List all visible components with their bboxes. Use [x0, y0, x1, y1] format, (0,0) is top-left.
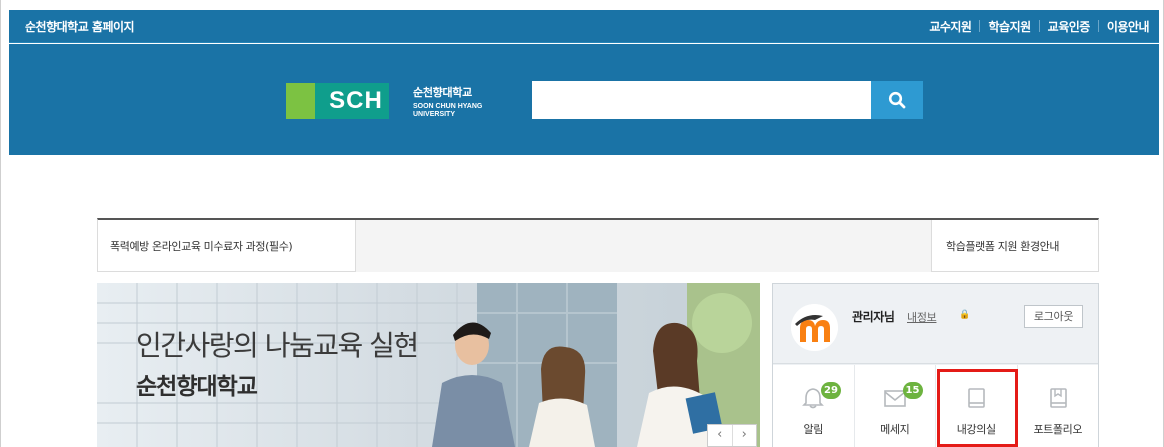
nav-faculty-support[interactable]: 교수지원: [921, 18, 979, 35]
header-band: SCH 순천향대학교 SOON CHUN HYANG UNIVERSITY: [9, 44, 1159, 155]
quick-label: 알림: [803, 423, 824, 436]
banner-title: 인간사랑의 나눔교육 실현: [136, 329, 419, 362]
quick-menu: 29 알림 15 메세지 내강의실 포트폴리오: [773, 365, 1098, 447]
logo-text: 순천향대학교 SOON CHUN HYANG UNIVERSITY: [413, 84, 482, 119]
search-button[interactable]: [871, 81, 923, 119]
logo-korean-name: 순천향대학교: [413, 86, 472, 99]
banner-next-button[interactable]: ›: [733, 425, 757, 446]
nav-edu-certification[interactable]: 교육인증: [1040, 18, 1098, 35]
top-bar: 순천향대학교 홈페이지 교수지원 학습지원 교육인증 이용안내: [9, 10, 1159, 43]
logo-green-block: [286, 83, 315, 119]
logo-english-line1: SOON CHUN HYANG: [413, 103, 483, 110]
highlight-box-my-courses: [937, 369, 1018, 447]
top-nav: 교수지원 학습지원 교육인증 이용안내: [921, 18, 1157, 35]
moodle-logo-icon: [791, 304, 838, 351]
page: 순천향대학교 홈페이지 교수지원 학습지원 교육인증 이용안내 SCH 순천향대…: [0, 0, 1164, 447]
quick-portfolio[interactable]: 포트폴리오: [1018, 365, 1099, 447]
logo-mark-text: SCH: [315, 83, 389, 119]
quick-label: 포트폴리오: [1033, 423, 1083, 436]
user-header: 관리자님 내정보 🔒 로그아웃: [773, 284, 1098, 364]
sch-logo[interactable]: SCH: [286, 83, 389, 119]
my-info-link[interactable]: 내정보: [907, 309, 937, 325]
notice-bar: 폭력예방 온라인교육 미수료자 과정(필수) 학습플랫폼 지원 환경안내: [97, 218, 1099, 272]
message-count-badge: 15: [902, 382, 923, 399]
avatar: [791, 304, 838, 351]
notice-violence-prevention-course[interactable]: 폭력예방 온라인교육 미수료자 과정(필수): [98, 220, 356, 272]
quick-label: 메세지: [880, 423, 910, 436]
notification-count-badge: 29: [821, 382, 841, 399]
nav-learning-support[interactable]: 학습지원: [980, 18, 1038, 35]
notice-platform-environment-guide[interactable]: 학습플랫폼 지원 환경안내: [931, 220, 1098, 272]
search-icon: [888, 91, 906, 109]
banner-background-image: [97, 283, 760, 447]
logout-button[interactable]: 로그아웃: [1024, 305, 1083, 328]
lock-icon: 🔒: [959, 310, 971, 320]
portfolio-icon: [1049, 388, 1067, 408]
banner-prev-button[interactable]: ‹: [708, 425, 733, 446]
user-panel: 관리자님 내정보 🔒 로그아웃 29 알림 15 메세지 내강의실 포트폴리오: [772, 283, 1099, 447]
banner-pager: ‹ ›: [707, 424, 757, 447]
search-input[interactable]: [532, 81, 871, 119]
quick-messages[interactable]: 15 메세지: [855, 365, 936, 447]
banner-subtitle: 순천향대학교: [136, 374, 258, 400]
homepage-link[interactable]: 순천향대학교 홈페이지: [25, 18, 135, 35]
user-name: 관리자님: [852, 310, 895, 324]
nav-usage-guide[interactable]: 이용안내: [1099, 18, 1157, 35]
main-banner[interactable]: 인간사랑의 나눔교육 실현 순천향대학교 ‹ ›: [97, 283, 760, 447]
quick-notifications[interactable]: 29 알림: [773, 365, 855, 447]
logo-english-line2: UNIVERSITY: [413, 111, 456, 118]
notice-empty-area: [356, 220, 931, 272]
